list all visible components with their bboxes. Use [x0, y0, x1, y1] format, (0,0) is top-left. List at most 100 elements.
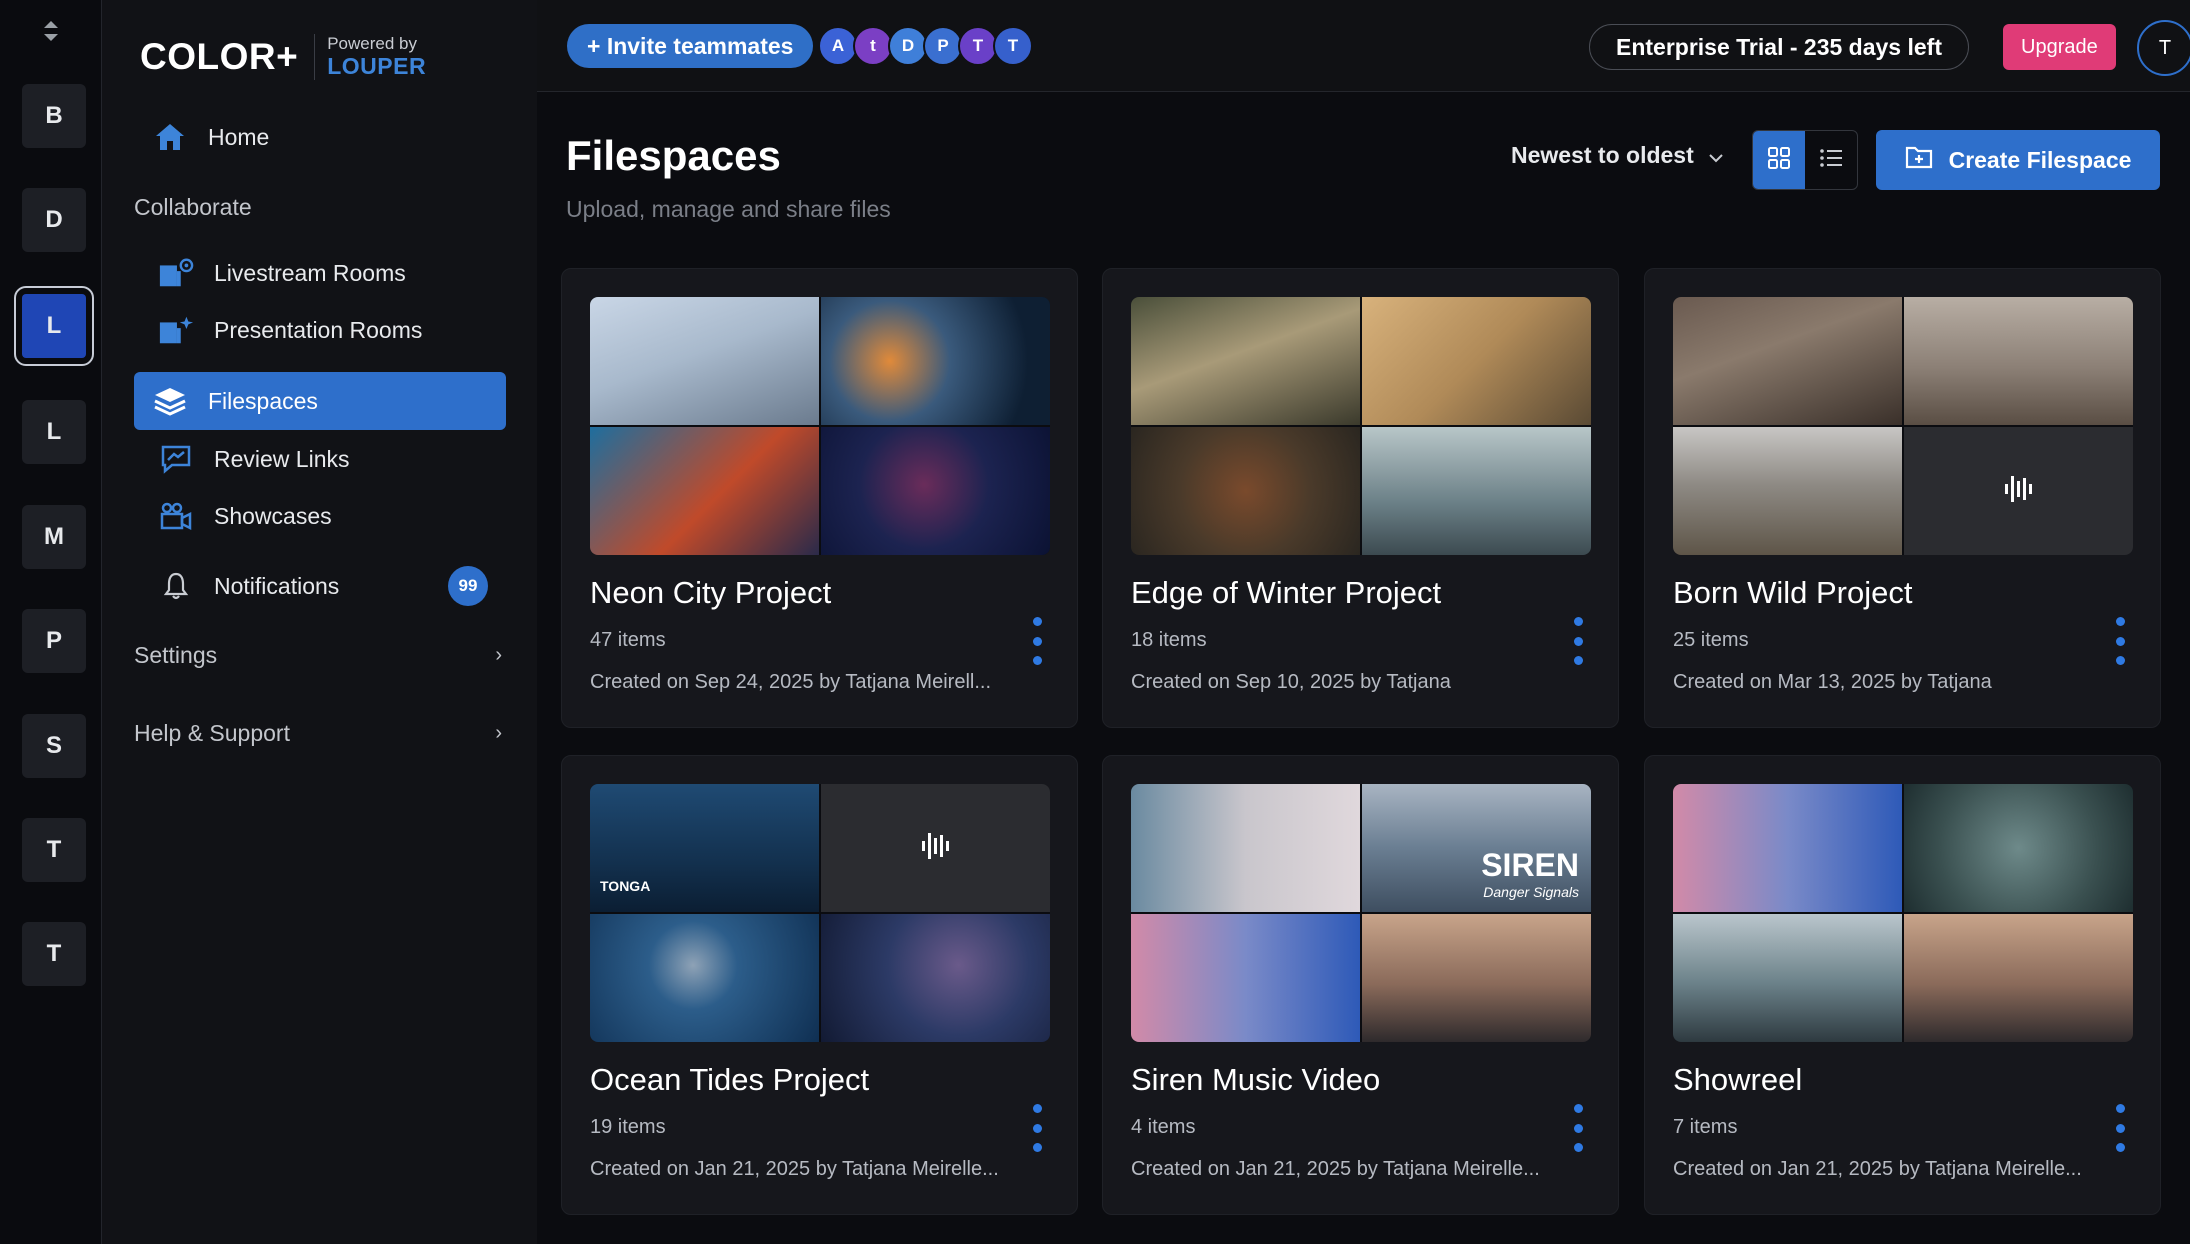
- team-avatars[interactable]: A t D P T T: [818, 26, 1033, 66]
- sidebar-item-presentation-rooms[interactable]: Presentation Rooms: [154, 301, 506, 359]
- filespace-card[interactable]: Neon City Project 47 items Created on Se…: [561, 268, 1078, 728]
- upgrade-button[interactable]: Upgrade: [2003, 24, 2116, 70]
- card-title: Siren Music Video: [1131, 1062, 1381, 1097]
- thumbnail-grid: [590, 297, 1050, 555]
- thumbnail-image: [821, 297, 1050, 425]
- item-count: 4 items: [1131, 1116, 1196, 1138]
- sidebar-item-help-support[interactable]: Help & Support ›: [134, 720, 506, 747]
- sidebar-item-label: Review Links: [214, 445, 350, 472]
- chevron-right-icon: ›: [495, 722, 502, 744]
- more-options-icon[interactable]: [1568, 617, 1588, 665]
- sort-dropdown[interactable]: Newest to oldest: [1511, 142, 1724, 169]
- thumbnail-image: [1131, 427, 1360, 555]
- thumbnail-grid: SIREN Danger Signals: [1131, 784, 1591, 1042]
- thumbnail-image: [1673, 427, 1902, 555]
- help-label: Help & Support: [134, 720, 290, 746]
- avatar[interactable]: D: [888, 26, 928, 66]
- card-title: Ocean Tides Project: [590, 1062, 870, 1097]
- thumbnail-image: [1673, 914, 1902, 1042]
- create-filespace-label: Create Filespace: [1948, 146, 2132, 173]
- thumbnail-image: [1673, 297, 1902, 425]
- trial-status-badge[interactable]: Enterprise Trial - 235 days left: [1589, 24, 1969, 70]
- sidebar-item-filespaces[interactable]: Filespaces: [134, 372, 506, 430]
- card-title: Edge of Winter Project: [1131, 575, 1442, 610]
- more-options-icon[interactable]: [1027, 617, 1047, 665]
- filespace-card[interactable]: SIREN Danger Signals Siren Music Video 4…: [1102, 755, 1619, 1215]
- workspace-l[interactable]: L: [22, 400, 86, 464]
- thumbnail-image: [1362, 914, 1591, 1042]
- page-subtitle: Upload, manage and share files: [566, 196, 891, 222]
- waveform-icon: [2003, 472, 2035, 511]
- section-collaborate: Collaborate: [134, 194, 252, 220]
- card-title: Born Wild Project: [1673, 575, 1913, 610]
- sidebar-item-label: Showcases: [214, 502, 332, 529]
- more-options-icon[interactable]: [1568, 1104, 1588, 1152]
- thumbnail-grid: [1673, 784, 2133, 1042]
- avatar[interactable]: t: [853, 26, 893, 66]
- folder-plus-icon: [1905, 145, 1933, 175]
- created-info: Created on Sep 10, 2025 by Tatjana: [1131, 671, 1451, 693]
- filespace-card[interactable]: TONGA Ocean Tides Project 19 items Creat…: [561, 755, 1078, 1215]
- expand-collapse-icon[interactable]: [36, 14, 66, 48]
- more-options-icon[interactable]: [2110, 1104, 2130, 1152]
- review-icon: [158, 441, 194, 477]
- sidebar-item-label: Filespaces: [208, 387, 318, 414]
- audio-thumbnail: [821, 784, 1050, 912]
- grid-view-button[interactable]: [1753, 131, 1805, 189]
- thumbnail-image: [590, 297, 819, 425]
- thumbnail-grid: [1673, 297, 2133, 555]
- sidebar-item-home[interactable]: Home: [134, 108, 506, 166]
- brand-logo: COLOR+: [140, 36, 299, 77]
- more-options-icon[interactable]: [1027, 1104, 1047, 1152]
- thumbnail-image: [1673, 784, 1902, 912]
- sidebar: COLOR+ Powered by LOUPER Home Collaborat…: [102, 0, 537, 1244]
- brand[interactable]: COLOR+ Powered by LOUPER: [140, 34, 426, 80]
- workspace-t-2[interactable]: T: [22, 922, 86, 986]
- brand-divider: [314, 34, 316, 80]
- thumbnail-image: [1131, 297, 1360, 425]
- workspace-p[interactable]: P: [22, 609, 86, 673]
- livestream-icon: [158, 255, 194, 291]
- workspace-d[interactable]: D: [22, 188, 86, 252]
- created-info: Created on Jan 21, 2025 by Tatjana Meire…: [1673, 1158, 2082, 1180]
- avatar[interactable]: T: [993, 26, 1033, 66]
- thumbnail-title-overlay: TONGA: [600, 878, 651, 894]
- avatar[interactable]: T: [958, 26, 998, 66]
- thumbnail-grid: TONGA: [590, 784, 1050, 1042]
- list-view-button[interactable]: [1805, 131, 1857, 189]
- notification-count-badge: 99: [448, 566, 488, 606]
- view-toggle: [1752, 130, 1858, 190]
- thumbnail-image: [821, 427, 1050, 555]
- invite-teammates-button[interactable]: + Invite teammates: [567, 24, 814, 68]
- workspace-m[interactable]: M: [22, 505, 86, 569]
- created-info: Created on Jan 21, 2025 by Tatjana Meire…: [590, 1158, 999, 1180]
- filespace-card[interactable]: Showreel 7 items Created on Jan 21, 2025…: [1644, 755, 2161, 1215]
- thumbnail-image: [1362, 297, 1591, 425]
- avatar[interactable]: A: [818, 26, 858, 66]
- user-avatar[interactable]: T: [2137, 20, 2190, 76]
- create-filespace-button[interactable]: Create Filespace: [1876, 130, 2160, 190]
- chevron-right-icon: ›: [495, 644, 502, 666]
- filespace-card[interactable]: Edge of Winter Project 18 items Created …: [1102, 268, 1619, 728]
- sort-label: Newest to oldest: [1511, 142, 1694, 168]
- sidebar-item-notifications[interactable]: Notifications 99: [154, 557, 506, 615]
- thumbnail-image: [1904, 297, 2133, 425]
- powered-by-label: Powered by: [327, 34, 417, 53]
- avatar[interactable]: P: [923, 26, 963, 66]
- workspace-s[interactable]: S: [22, 714, 86, 778]
- thumbnail-grid: [1131, 297, 1591, 555]
- sidebar-item-review-links[interactable]: Review Links: [154, 430, 506, 488]
- workspace-l-active[interactable]: L: [14, 286, 94, 366]
- grid-icon: [1767, 146, 1791, 175]
- sidebar-item-livestream-rooms[interactable]: Livestream Rooms: [154, 244, 506, 302]
- sidebar-item-showcases[interactable]: Showcases: [154, 487, 506, 545]
- workspace-b[interactable]: B: [22, 84, 86, 148]
- thumbnail-image: [590, 427, 819, 555]
- more-options-icon[interactable]: [2110, 617, 2130, 665]
- workspace-t[interactable]: T: [22, 818, 86, 882]
- filespace-card[interactable]: Born Wild Project 25 items Created on Ma…: [1644, 268, 2161, 728]
- thumbnail-image: [1131, 784, 1360, 912]
- sidebar-item-settings[interactable]: Settings ›: [134, 642, 506, 669]
- sidebar-item-label: Notifications: [214, 572, 340, 599]
- top-bar: + Invite teammates A t D P T T Enterpris…: [537, 0, 2190, 92]
